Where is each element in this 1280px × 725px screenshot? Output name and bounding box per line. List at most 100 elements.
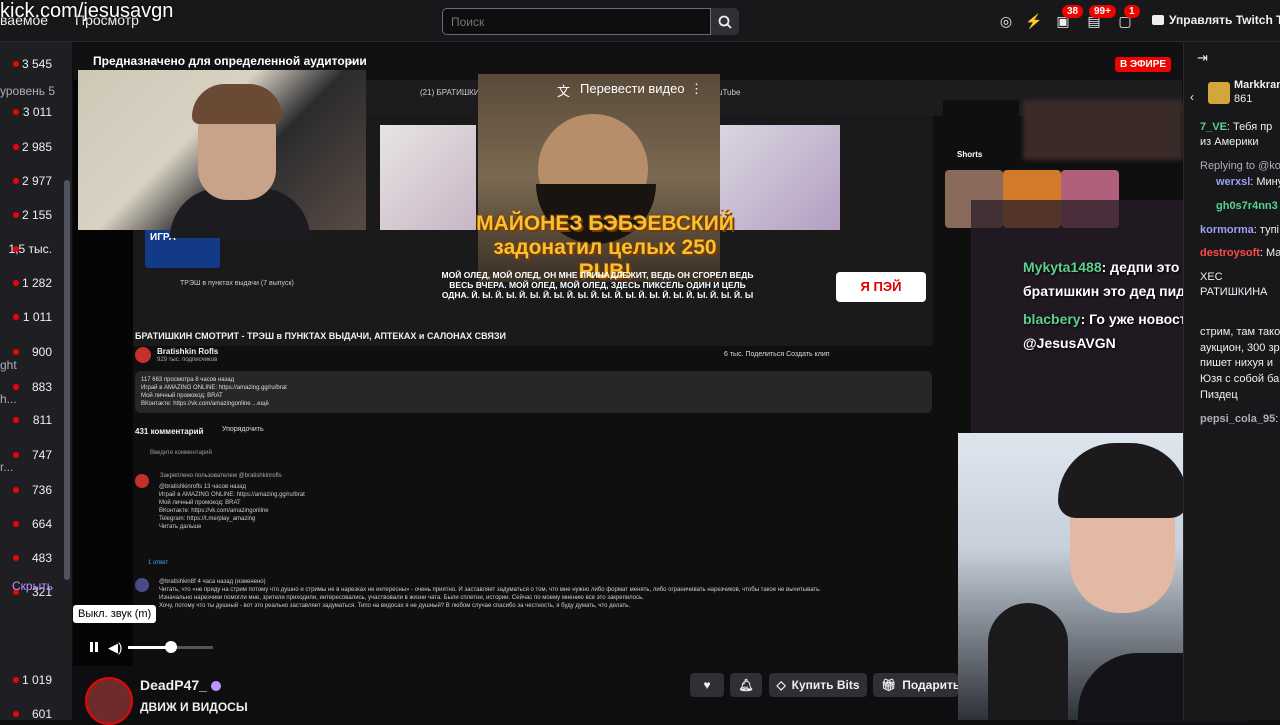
chat-text: аукцион, 300 зр	[1200, 342, 1280, 354]
yt-comment: @bratishkin8f 4 часа назад (изменено) Чи…	[159, 578, 929, 610]
sidebar-channel-item[interactable]: 1 282	[0, 275, 72, 291]
yt-pinned-label: Закреплено пользователем @bratishkinrofl…	[160, 473, 282, 479]
sidebar-channel-item[interactable]: 811	[0, 412, 72, 428]
live-dot-icon	[13, 178, 19, 184]
live-dot-icon	[13, 144, 19, 150]
sidebar-channel-item[interactable]: 736	[0, 482, 72, 498]
overlay-chat-message: братишкин это дед пидор	[1023, 283, 1202, 299]
sidebar-channel-item[interactable]: 2 977	[0, 173, 72, 189]
inbox-badge: 99+	[1089, 5, 1116, 18]
sidebar-fragment: r...	[0, 460, 14, 474]
translate-video-button[interactable]: Перевести видео	[580, 81, 685, 96]
gift-icon	[1208, 82, 1230, 104]
live-dot-icon	[13, 487, 19, 493]
sidebar-channel-item[interactable]: 664	[0, 516, 72, 532]
video-caption: ТРЭШ в пунктах выдачи (7 выпуск)	[180, 280, 294, 287]
yt-comment-line: Изначально нарезчики помогли мне, зрител…	[159, 595, 644, 601]
video-subtitle: МОЙ ОЛЕД, МОЙ ОЛЕД, ОН МНЕ ПРИНАДЛЕЖИТ, …	[441, 270, 754, 300]
buy-bits-button[interactable]: ◇ Купить Bits	[769, 673, 867, 697]
live-dot-icon	[13, 452, 19, 458]
buy-bits-label: Купить Bits	[791, 678, 860, 692]
search-input[interactable]	[442, 8, 711, 35]
chevron-down-icon[interactable]: ⌄	[346, 54, 355, 67]
live-dot-icon	[13, 314, 19, 320]
chat-username[interactable]: gh0s7r4nn3	[1216, 200, 1278, 212]
live-dot-icon	[13, 417, 19, 423]
chat-message: стрим, там тако	[1200, 326, 1280, 338]
sidebar-channel-item[interactable]: 2 155	[0, 207, 72, 223]
chat-text: пишет нихуя и	[1200, 357, 1274, 369]
viewer-count: 3 011	[22, 105, 52, 119]
viewer-count: 900	[31, 345, 52, 359]
sidebar-scrollbar[interactable]	[64, 180, 70, 580]
yt-desc-line: Мой личный промокод: BRAT	[141, 393, 223, 399]
channel-name[interactable]: DeadP47_	[140, 677, 207, 693]
chat-text: стрим, там тако	[1200, 326, 1280, 338]
live-dot-icon	[13, 212, 19, 218]
live-dot-icon	[13, 109, 19, 115]
sidebar-channel-item[interactable]: 1 011	[0, 309, 72, 325]
volume-slider-thumb[interactable]	[164, 641, 177, 653]
avatar[interactable]	[85, 677, 133, 725]
mute-tooltip: Выкл. звук (m)	[73, 605, 157, 623]
search-button[interactable]	[711, 8, 739, 35]
sidebar-channel-item[interactable]: 3 011	[0, 104, 72, 120]
viewer-count: 811	[32, 413, 52, 427]
sidebar-fragment: h...	[0, 392, 17, 406]
video-frame-left	[380, 125, 476, 230]
yt-comment-line: Хочу, потому что ты душный - вот это реа…	[159, 603, 631, 609]
notify-button[interactable]: 🔔︎	[730, 673, 762, 697]
stream-url-overlay: kick.com/jesusavgn	[0, 0, 174, 22]
sidebar-channel-item[interactable]: 1 019	[0, 672, 72, 688]
activity-icon[interactable]: ◎	[998, 13, 1014, 29]
blurred-region	[1023, 100, 1183, 160]
live-dot-icon	[13, 521, 19, 527]
pause-icon[interactable]	[88, 641, 100, 653]
collapse-chat-icon[interactable]: ⇥	[1197, 50, 1208, 66]
chevron-left-icon[interactable]: ‹	[1190, 90, 1194, 104]
chat-username[interactable]: 7_VE	[1200, 121, 1227, 133]
sidebar-hide-link[interactable]: Скрыть	[12, 579, 53, 593]
chat-text: Юзя с собой ба	[1200, 373, 1280, 385]
yt-comment-line: Мой личный промокод: BRAT	[159, 500, 241, 506]
viewer-count: 747	[31, 448, 52, 462]
overlay-chat-text: братишкин это дед пидор	[1023, 283, 1203, 299]
chat-text: : Тебя пр	[1226, 121, 1273, 133]
chat-message: pepsi_cola_95: п	[1200, 413, 1280, 425]
chat-leader-count: 861	[1234, 93, 1253, 105]
yt-description: 117 663 просмотра 8 часов назад Играй в …	[141, 376, 287, 408]
viewer-count: 2 155	[21, 208, 52, 222]
live-dot-icon	[13, 711, 19, 717]
stream-title: ДВИЖ И ВИДОСЫ	[140, 700, 248, 714]
sidebar-channel-item[interactable]: 1,5 тыс.	[0, 241, 72, 257]
yt-desc-line: ВКонтакте: https://vk.com/amazingonline …	[141, 401, 269, 407]
live-dot-icon	[13, 280, 19, 286]
chat-message: kormorma: тупі	[1200, 224, 1279, 236]
chat-message: werxsl: Мину	[1216, 176, 1280, 188]
volume-icon[interactable]: ◀)	[108, 640, 122, 656]
notifications-badge: 38	[1062, 5, 1084, 18]
chat-username[interactable]: kormorma	[1200, 224, 1254, 236]
bits-icon[interactable]: ⚡	[1025, 13, 1042, 29]
sidebar-channel-item[interactable]: 3 545	[0, 56, 72, 72]
chat-message: destroysoft: Ма	[1200, 247, 1280, 259]
whispers-badge: 1	[1124, 5, 1140, 18]
chat-username[interactable]: destroysoft	[1200, 247, 1260, 259]
chat-username[interactable]: pepsi_cola_95	[1200, 413, 1275, 425]
live-dot-icon	[13, 677, 19, 683]
turbo-icon	[1152, 15, 1164, 25]
ad-banner[interactable]: Я ПЭЙ	[836, 272, 926, 302]
turbo-button[interactable]: Управлять Twitch Tu	[1152, 13, 1280, 27]
viewer-count: 883	[31, 380, 52, 394]
more-vertical-icon[interactable]: ⋮	[690, 81, 703, 97]
follow-button[interactable]: ♥	[690, 673, 724, 697]
sidebar-channel-item[interactable]: 2 985	[0, 139, 72, 155]
overlay-chat-text: @JesusAVGN	[1023, 335, 1116, 351]
translate-icon[interactable]: 文	[557, 81, 570, 100]
gift-sub-button[interactable]: 🎁︎ Подарить п	[873, 673, 958, 697]
audience-warning-label[interactable]: Предназначено для определенной аудитории	[93, 54, 367, 68]
chat-username[interactable]: werxsl	[1216, 176, 1250, 188]
heart-icon: ♥	[703, 678, 711, 692]
sidebar-channel-item[interactable]: 483	[0, 550, 72, 566]
live-dot-icon	[13, 61, 19, 67]
